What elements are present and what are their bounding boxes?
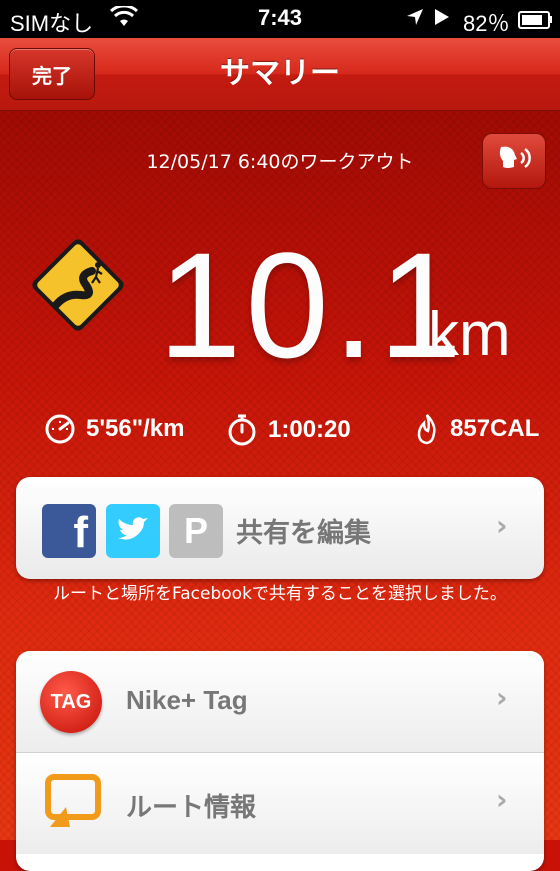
battery-nub <box>549 16 552 23</box>
edit-share-label: 共有を編集 <box>236 518 371 549</box>
distance-unit: km <box>428 300 511 369</box>
battery-icon <box>518 11 550 29</box>
distance-display: 10.1 km <box>158 219 511 392</box>
voice-feedback-button[interactable] <box>482 133 546 189</box>
list-item-route-info[interactable]: ルート情報 › <box>16 753 544 854</box>
list-item-label: ルート情報 <box>126 792 257 822</box>
workout-date: 12/05/17 6:40のワークアウト <box>146 151 414 173</box>
duration-value: 1:00:20 <box>268 416 351 443</box>
summary-panel: 12/05/17 6:40のワークアウト 10.1 km 5'56"/km 1:… <box>0 111 560 871</box>
stats-row: 5'56"/km 1:00:20 857CAL <box>0 413 560 453</box>
pace-stat: 5'56"/km <box>44 413 184 445</box>
nike-tag-icon: TAG <box>40 671 102 733</box>
stopwatch-icon <box>228 414 256 446</box>
speedometer-icon <box>45 414 75 444</box>
twitter-icon <box>106 504 160 558</box>
calories-value: 857CAL <box>450 415 540 442</box>
play-icon <box>433 7 451 33</box>
list-item-label: Nike+ Tag <box>126 685 248 715</box>
pace-value: 5'56"/km <box>86 415 185 442</box>
share-note: ルートと場所をFacebookで共有することを選択しました。 <box>53 584 507 604</box>
speaker-head-icon <box>499 146 531 169</box>
duration-stat: 1:00:20 <box>226 413 351 447</box>
distance-value: 10.1 <box>158 221 466 389</box>
detail-list: TAG Nike+ Tag › ルート情報 › <box>16 651 544 871</box>
list-item-nike-tag[interactable]: TAG Nike+ Tag › <box>16 651 544 753</box>
page-title: サマリー <box>220 56 340 91</box>
route-sign-icon <box>26 233 130 341</box>
status-bar: SIMなし 7:43 82％ <box>0 0 560 38</box>
facebook-icon: f <box>42 504 96 558</box>
route-map-icon <box>40 771 104 839</box>
chevron-right-icon: › <box>496 681 508 714</box>
chevron-right-icon: › <box>496 509 508 542</box>
edit-share-button[interactable]: f P 共有を編集 › <box>16 477 544 579</box>
location-arrow-icon <box>405 7 425 33</box>
flame-icon <box>417 414 436 445</box>
pinterest-icon: P <box>169 504 223 558</box>
nav-bar: 完了 サマリー <box>0 38 560 111</box>
battery-percent: 82％ <box>463 11 510 36</box>
calories-stat: 857CAL <box>414 413 539 445</box>
chevron-right-icon: › <box>496 783 508 816</box>
